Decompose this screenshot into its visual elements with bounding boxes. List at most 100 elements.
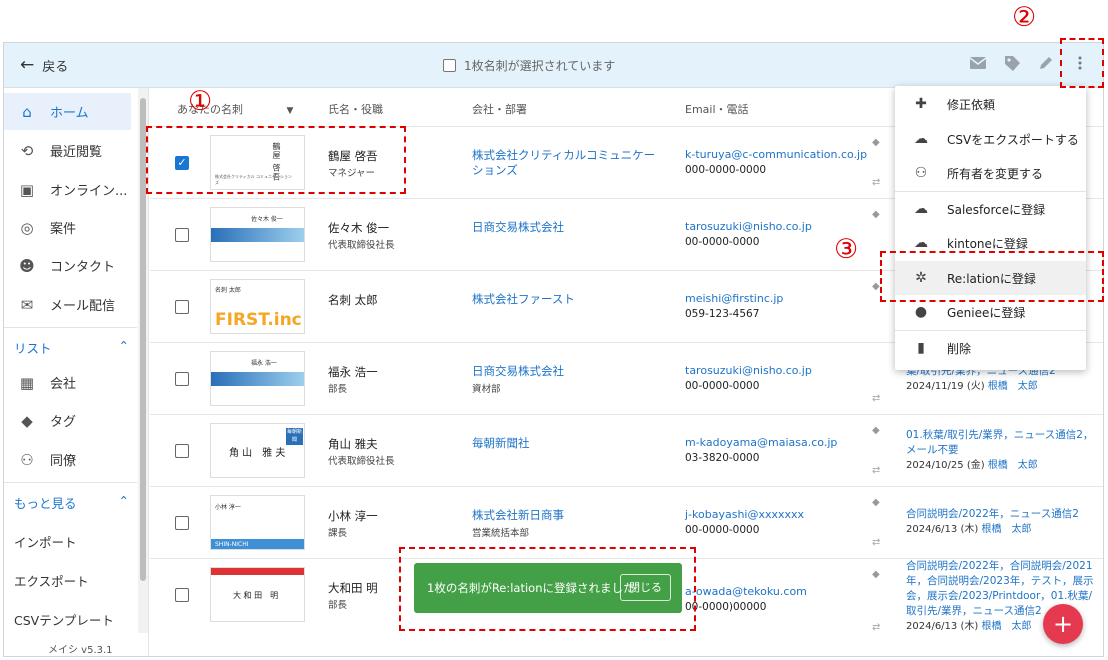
company-link[interactable]: 株式会社新日商事	[472, 508, 662, 523]
exchange-icon: ⇄	[872, 622, 881, 633]
tag-links[interactable]: 01.秋葉/取引先/業界，ニュース通信2，メール不要	[906, 428, 1096, 458]
company-link[interactable]: 株式会社ファースト	[472, 292, 662, 307]
row-checkbox[interactable]	[175, 444, 189, 458]
email-link[interactable]: tarosuzuki@nisho.co.jp	[685, 364, 812, 377]
company-link[interactable]: 株式会社クリティカルコミュニケーションズ	[472, 148, 662, 178]
row-checkbox[interactable]	[175, 372, 189, 386]
building-icon: ▦	[19, 373, 35, 392]
tag-list: 01.秋葉/取引先/業界，ニュース通信2，メール不要 2024/10/25 (金…	[906, 428, 1096, 473]
owner-link[interactable]: 根橋 太郎	[981, 621, 1031, 632]
company-link[interactable]: 毎朝新聞社	[472, 436, 662, 451]
sidebar-item-label: 同僚	[50, 454, 77, 469]
geniee-icon: ●	[914, 304, 928, 320]
email-link[interactable]: tarosuzuki@nisho.co.jp	[685, 220, 812, 233]
email-link[interactable]: j-kobayashi@xxxxxxx	[685, 508, 804, 521]
table-row[interactable]: 角 山 雅 夫 毎朝新聞 角山 雅夫 代表取締役社長 毎朝新聞社 m-kadoy…	[150, 414, 1103, 486]
menu-item-label: Salesforceに登録	[947, 202, 1046, 217]
sidebar-item-label: 会社	[50, 377, 77, 392]
back-button[interactable]: ← 戻る	[20, 55, 68, 75]
menu-item-salesforce[interactable]: ☁ Salesforceに登録	[895, 192, 1086, 226]
annotation-label-3: ③	[834, 234, 859, 265]
owner-link[interactable]: 根橋 太郎	[988, 381, 1038, 392]
menu-item-change-owner[interactable]: ⚇ 所有者を変更する	[895, 156, 1086, 190]
company-link[interactable]: 日商交易株式会社	[472, 364, 662, 379]
selection-checkbox[interactable]	[443, 59, 456, 72]
people-icon: ⚇	[20, 450, 34, 469]
card-name-text: 佐々木 俊一	[251, 216, 283, 223]
business-card-thumbnail[interactable]: 名刺 太郎 FIRST.inc	[210, 279, 305, 334]
tag-icon[interactable]: ◆	[872, 425, 880, 436]
contact-name: 福永 浩一	[328, 365, 378, 379]
date-owner-line: 2024/10/25 (金) 根橋 太郎	[906, 458, 1096, 473]
exchange-icon: ⇄	[872, 465, 881, 476]
sidebar-item-contact[interactable]: ☻ コンタクト	[4, 247, 131, 284]
actions-menu: ✚ 修正依頼 ☁ CSVをエクスポートする ⚇ 所有者を変更する ☁ Sales…	[895, 86, 1086, 370]
email-link[interactable]: m-kadoyama@maiasa.co.jp	[685, 436, 837, 449]
contact-name: 角山 雅夫	[328, 437, 378, 451]
sidebar-item-label: 最近閲覧	[50, 145, 103, 160]
contact-name: 大和田 明	[328, 581, 378, 595]
sidebar-item-deals[interactable]: ◎ 案件	[4, 209, 131, 246]
column-header-company: 会社・部署	[472, 103, 527, 116]
company-link[interactable]: 日商交易株式会社	[472, 220, 662, 235]
column-header-email: Email・電話	[685, 103, 749, 116]
mail-icon[interactable]	[968, 55, 988, 75]
row-checkbox[interactable]	[175, 300, 189, 314]
tag-icon[interactable]: ◆	[872, 209, 880, 220]
department-text: 営業統括本部	[472, 528, 530, 539]
business-card-thumbnail[interactable]: 小林 淳一 SHIN-NICHI	[210, 495, 305, 550]
date-text: 2024/10/25 (金)	[906, 460, 985, 471]
more-section-header[interactable]: もっと見る ⌃	[14, 493, 129, 512]
tag-icon[interactable]	[1002, 55, 1022, 75]
business-card-thumbnail[interactable]: 福永 浩一	[210, 351, 305, 406]
card-name-text: 大 和 田 明	[233, 591, 279, 600]
sidebar-item-online[interactable]: ▣ オンライン...	[4, 171, 131, 208]
business-card-thumbnail[interactable]: 佐々木 俊一	[210, 207, 305, 262]
menu-item-label: 修正依頼	[947, 97, 996, 112]
sidebar-item-home[interactable]: ⌂ ホーム	[4, 93, 131, 130]
card-wave-graphic	[211, 372, 304, 386]
sidebar-item-csv-template[interactable]: CSVテンプレート	[14, 610, 114, 629]
list-section-header[interactable]: リスト ⌃	[14, 338, 129, 357]
date-text: 2024/6/13 (木)	[906, 621, 979, 632]
history-icon: ⟲	[20, 141, 34, 160]
row-checkbox[interactable]	[175, 588, 189, 602]
annotation-label-2: ②	[1012, 2, 1037, 33]
email-link[interactable]: k-turuya@c-communication.co.jp	[685, 148, 867, 161]
puzzle-icon: ✚	[915, 96, 927, 112]
business-card-thumbnail[interactable]: 角 山 雅 夫 毎朝新聞	[210, 423, 305, 478]
selection-toolbar: ← 戻る 1枚名刺が選択されています	[4, 43, 1103, 88]
business-card-thumbnail[interactable]: 大 和 田 明	[210, 567, 305, 622]
sidebar-item-label: オンライン...	[50, 184, 128, 199]
caret-down-icon: ▼	[286, 106, 294, 116]
column-header-name: 氏名・役職	[328, 103, 383, 116]
tag-icon[interactable]: ◆	[872, 569, 880, 580]
menu-item-export-csv[interactable]: ☁ CSVをエクスポートする	[895, 122, 1086, 156]
edit-icon[interactable]	[1036, 55, 1056, 75]
email-link[interactable]: meishi@firstinc.jp	[685, 292, 783, 305]
date-text: 2024/6/13 (木)	[906, 524, 979, 535]
sidebar-item-tag[interactable]: ◆ タグ	[4, 402, 131, 439]
row-checkbox[interactable]	[175, 516, 189, 530]
sidebar: ⌂ ホーム ⟲ 最近閲覧 ▣ オンライン... ◎ 案件 ☻ コンタクト ✉ メ…	[4, 88, 149, 656]
tag-icon[interactable]: ◆	[872, 137, 880, 148]
tag-icon[interactable]: ◆	[872, 497, 880, 508]
owner-link[interactable]: 根橋 太郎	[981, 524, 1031, 535]
menu-item-delete[interactable]: ▮ 削除	[895, 331, 1086, 365]
sidebar-item-company[interactable]: ▦ 会社	[4, 364, 131, 401]
sidebar-item-recent[interactable]: ⟲ 最近閲覧	[4, 132, 131, 169]
sidebar-item-mail[interactable]: ✉ メール配信	[4, 286, 131, 323]
menu-item-correction-request[interactable]: ✚ 修正依頼	[895, 87, 1086, 121]
card-wave-graphic	[211, 228, 304, 242]
sidebar-item-import[interactable]: インポート	[14, 532, 77, 551]
chevron-up-icon: ⌃	[118, 493, 129, 508]
tag-links[interactable]: 合同説明会/2022年，ニュース通信2	[906, 507, 1096, 522]
sidebar-item-colleague[interactable]: ⚇ 同僚	[4, 441, 131, 478]
tag-icon[interactable]: ◆	[872, 281, 880, 292]
add-card-fab[interactable]: +	[1043, 604, 1083, 644]
email-link[interactable]: a-owada@tekoku.com	[685, 585, 807, 598]
owner-link[interactable]: 根橋 太郎	[988, 460, 1038, 471]
department-text: 資材部	[472, 384, 501, 395]
sidebar-item-export[interactable]: エクスポート	[14, 571, 89, 590]
row-checkbox[interactable]	[175, 228, 189, 242]
